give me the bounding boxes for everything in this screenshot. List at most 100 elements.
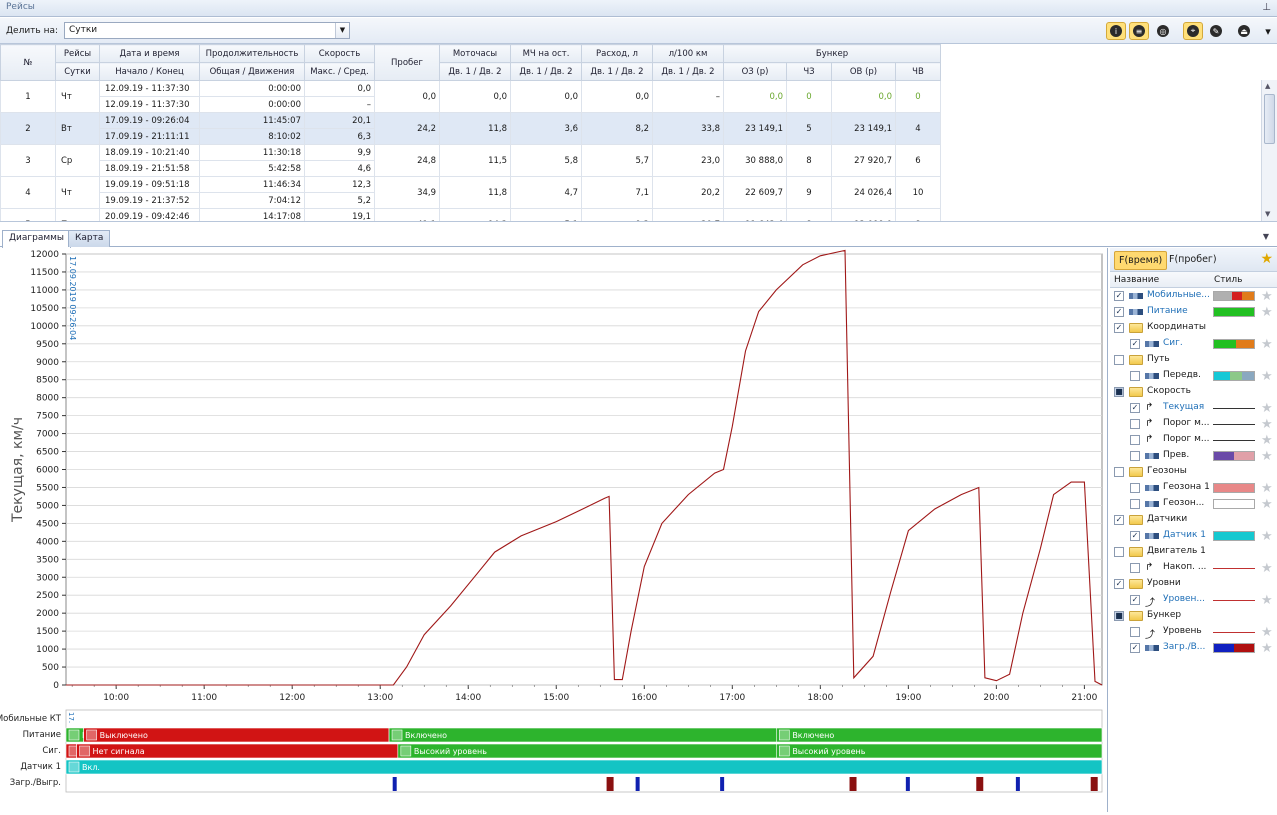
style-line[interactable] bbox=[1213, 424, 1255, 425]
style-line[interactable] bbox=[1213, 632, 1255, 633]
legend-item[interactable]: ✓ Датчик 1 ★ bbox=[1110, 528, 1277, 544]
scroll-down-icon[interactable]: ▼ bbox=[1265, 210, 1270, 218]
legend-item[interactable]: ✓ ⤴ Уровен... ★ bbox=[1110, 592, 1277, 609]
star-icon[interactable]: ★ bbox=[1261, 433, 1273, 448]
legend-item[interactable]: ↱ Порог м... ★ bbox=[1110, 432, 1277, 448]
style-swatch[interactable] bbox=[1213, 291, 1255, 301]
col-speed[interactable]: Скорость bbox=[304, 44, 375, 63]
style-line[interactable] bbox=[1213, 440, 1255, 441]
col-consumption[interactable]: Расход, л bbox=[581, 44, 653, 63]
legend-checkbox[interactable]: ✓ bbox=[1130, 403, 1140, 413]
table-row[interactable]: 5Пт20.09.19 - 09:42:4614:17:0819,141,114… bbox=[0, 208, 941, 221]
legend-item[interactable]: ↱ Накоп. ... ★ bbox=[1110, 560, 1277, 576]
wrench-button[interactable]: ✎ bbox=[1206, 22, 1226, 40]
style-swatch[interactable] bbox=[1213, 371, 1255, 381]
star-icon[interactable]: ★ bbox=[1261, 369, 1273, 384]
legend-checkbox[interactable]: ✓ bbox=[1130, 339, 1140, 349]
col-l100-sub[interactable]: Дв. 1 / Дв. 2 bbox=[652, 62, 724, 81]
style-swatch[interactable] bbox=[1213, 307, 1255, 317]
chart-area[interactable]: 0 500 1000 1500 2000 2500 3000 3500 4000 4500 5000… bbox=[0, 248, 1108, 812]
style-swatch[interactable] bbox=[1213, 451, 1255, 461]
table-row[interactable]: 2 Вт 17.09.19 - 09:26:04 11:45:07 20,1 24,2 11… bbox=[0, 112, 941, 145]
col-trips-sub[interactable]: Сутки bbox=[55, 62, 100, 81]
legend-checkbox[interactable] bbox=[1114, 547, 1124, 557]
col-mh-stop-sub[interactable]: Дв. 1 / Дв. 2 bbox=[510, 62, 582, 81]
star-icon[interactable]: ★ bbox=[1261, 529, 1273, 544]
style-swatch[interactable] bbox=[1213, 499, 1255, 509]
style-swatch[interactable] bbox=[1213, 339, 1255, 349]
style-line[interactable] bbox=[1213, 568, 1255, 569]
legend-checkbox[interactable] bbox=[1130, 451, 1140, 461]
legend-item[interactable]: Двигатель 1 bbox=[1110, 544, 1277, 560]
star-icon[interactable]: ★ bbox=[1261, 481, 1273, 496]
legend-checkbox[interactable] bbox=[1130, 499, 1140, 509]
list-button[interactable]: ≡ bbox=[1129, 22, 1149, 40]
col-duration[interactable]: Продолжительность bbox=[199, 44, 305, 63]
star-icon[interactable]: ★ bbox=[1261, 641, 1273, 656]
col-duration-sub[interactable]: Общая / Движения bbox=[199, 62, 305, 81]
collapse-icon[interactable]: ▼ bbox=[1263, 232, 1269, 241]
legend-item[interactable]: ■ Скорость bbox=[1110, 384, 1277, 400]
legend-checkbox[interactable]: ✓ bbox=[1130, 531, 1140, 541]
legend-checkbox[interactable] bbox=[1130, 563, 1140, 573]
col-l100[interactable]: л/100 км bbox=[652, 44, 724, 63]
split-select[interactable]: Сутки ▼ bbox=[64, 22, 350, 39]
col-mh-stop[interactable]: МЧ на ост. bbox=[510, 44, 582, 63]
legend-checkbox[interactable]: ✓ bbox=[1114, 307, 1124, 317]
legend-checkbox[interactable]: ✓ bbox=[1114, 323, 1124, 333]
table-row[interactable]: 3 Ср 18.09.19 - 10:21:40 11:30:18 9,9 24,8 11,… bbox=[0, 144, 941, 177]
star-icon[interactable]: ★ bbox=[1261, 497, 1273, 512]
grid-scrollbar[interactable]: ▲ ▼ bbox=[1261, 80, 1277, 221]
star-icon[interactable]: ★ bbox=[1261, 561, 1273, 576]
col-datetime-sub[interactable]: Начало / Конец bbox=[99, 62, 200, 81]
col-bunker[interactable]: Бункер bbox=[723, 44, 941, 63]
legend-checkbox[interactable] bbox=[1114, 355, 1124, 365]
chevron-down-icon[interactable]: ▼ bbox=[335, 23, 349, 38]
legend-item[interactable]: ✓ ↱ Текущая ★ bbox=[1110, 400, 1277, 416]
legend-checkbox[interactable] bbox=[1130, 483, 1140, 493]
speed-chart[interactable]: 0 500 1000 1500 2000 2500 3000 3500 4000 4500 5000… bbox=[0, 248, 1108, 812]
legend-item[interactable]: ✓ Уровни bbox=[1110, 576, 1277, 592]
legend-item[interactable]: Передв. ★ bbox=[1110, 368, 1277, 384]
info-button[interactable]: i bbox=[1106, 22, 1126, 40]
legend-item[interactable]: ■ Бункер bbox=[1110, 608, 1277, 624]
legend-item[interactable]: ✓ Мобильные... ★ bbox=[1110, 288, 1277, 304]
legend-checkbox[interactable]: ✓ bbox=[1130, 595, 1140, 605]
col-chv[interactable]: ЧВ bbox=[895, 62, 941, 81]
legend-checkbox[interactable]: ✓ bbox=[1114, 579, 1124, 589]
tab-f-mileage[interactable]: F(пробег) bbox=[1165, 251, 1221, 270]
col-trips[interactable]: Рейсы bbox=[55, 44, 100, 63]
pin-button[interactable]: ⌖ bbox=[1183, 22, 1203, 40]
col-num[interactable]: № bbox=[0, 44, 56, 81]
eject-button[interactable]: ⏏ bbox=[1234, 22, 1254, 40]
tab-f-time[interactable]: F(время) bbox=[1114, 251, 1168, 270]
col-motohours[interactable]: Моточасы bbox=[439, 44, 511, 63]
star-icon[interactable]: ★ bbox=[1261, 593, 1273, 608]
style-swatch[interactable] bbox=[1213, 483, 1255, 493]
legend-item[interactable]: Прев. ★ bbox=[1110, 448, 1277, 464]
col-mileage[interactable]: Пробег bbox=[374, 44, 440, 81]
legend-item[interactable]: ✓ Датчики bbox=[1110, 512, 1277, 528]
favorite-star-icon[interactable]: ★ bbox=[1260, 251, 1273, 267]
legend-checkbox[interactable] bbox=[1114, 467, 1124, 477]
legend-checkbox[interactable]: ■ bbox=[1114, 387, 1124, 397]
style-line[interactable] bbox=[1213, 600, 1255, 601]
col-chz[interactable]: ЧЗ bbox=[786, 62, 832, 81]
legend-checkbox[interactable] bbox=[1130, 627, 1140, 637]
legend-item[interactable]: ✓ Сиг. ★ bbox=[1110, 336, 1277, 352]
tab-map[interactable]: Карта bbox=[68, 230, 111, 247]
legend-checkbox[interactable] bbox=[1130, 371, 1140, 381]
table-row[interactable]: 4 Чт 19.09.19 - 09:51:18 11:46:34 12,3 34,9 11… bbox=[0, 176, 941, 209]
scroll-up-icon[interactable]: ▲ bbox=[1265, 82, 1270, 90]
legend-item[interactable]: ⤴ Уровень ★ bbox=[1110, 624, 1277, 641]
star-icon[interactable]: ★ bbox=[1261, 401, 1273, 416]
legend-checkbox[interactable]: ✓ bbox=[1114, 291, 1124, 301]
pin-icon[interactable]: ⊥ bbox=[1262, 2, 1271, 13]
style-line[interactable] bbox=[1213, 408, 1255, 409]
legend-item[interactable]: Геозоны bbox=[1110, 464, 1277, 480]
legend-item[interactable]: ↱ Порог м... ★ bbox=[1110, 416, 1277, 432]
legend-checkbox[interactable]: ■ bbox=[1114, 611, 1124, 621]
star-icon[interactable]: ★ bbox=[1261, 417, 1273, 432]
col-ov[interactable]: ОВ (р) bbox=[831, 62, 896, 81]
tab-diagrams[interactable]: Диаграммы bbox=[2, 230, 72, 248]
